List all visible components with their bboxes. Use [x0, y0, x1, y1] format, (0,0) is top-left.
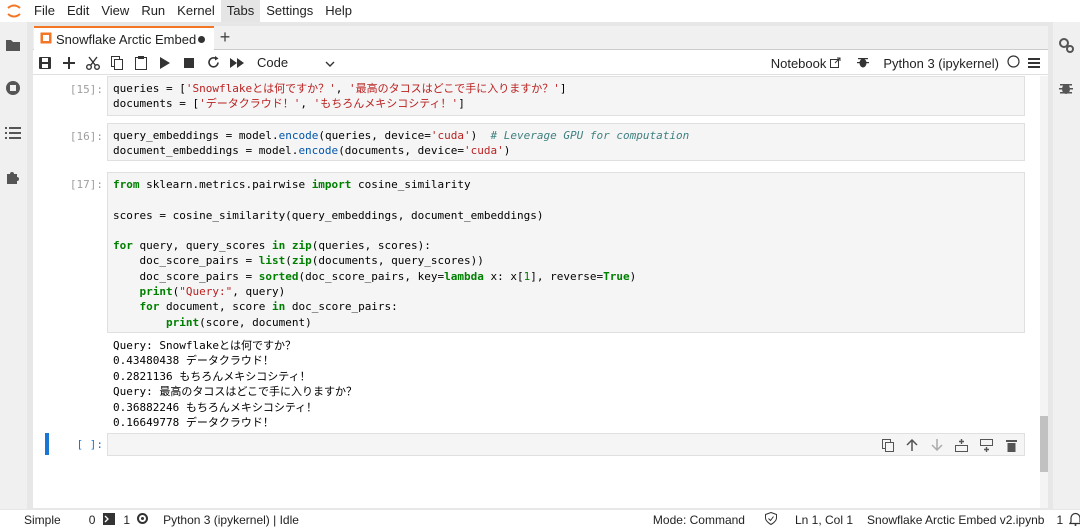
unsaved-dot-icon[interactable]	[198, 36, 205, 43]
code-line: documents = ['データクラウド！', 'もちろんメキシコシティ！']	[113, 97, 465, 111]
output-line: 0.2821136 もちろんメキシコシティ！	[113, 369, 311, 383]
code-line: doc_score_pairs = sorted(doc_score_pairs…	[113, 269, 637, 283]
menu-view[interactable]: View	[95, 0, 135, 22]
menu-help[interactable]: Help	[319, 0, 358, 22]
code-line: queries = ['Snowflakeとは何ですか？', '最高のタコスはど…	[113, 82, 567, 95]
terminals-count[interactable]: 0	[89, 513, 96, 527]
output-line: 0.43480438 データクラウド！	[113, 354, 274, 368]
run-play-icon[interactable]	[153, 51, 177, 75]
menu-tabs[interactable]: Tabs	[220, 0, 261, 22]
jupyter-logo-icon[interactable]	[0, 0, 28, 22]
kernel-name-button[interactable]: Python 3 (ipykernel)	[883, 56, 999, 71]
kernel-gear-icon	[136, 512, 149, 528]
terminal-icon	[103, 512, 116, 528]
notebook-panel[interactable]: [15]: queries = ['Snowflakeとは何ですか？', '最高…	[33, 76, 1048, 508]
insert-cell-below-icon[interactable]	[978, 437, 994, 453]
cursor-position[interactable]: Ln 1, Col 1	[795, 513, 853, 527]
notification-bell-icon[interactable]	[1069, 512, 1080, 529]
save-button[interactable]	[33, 51, 57, 75]
delete-trash-icon[interactable]	[1003, 437, 1019, 453]
kernel-status-circle-icon	[1007, 55, 1020, 71]
duplicate-cell-icon[interactable]	[880, 437, 896, 453]
right-sidebar	[1053, 22, 1080, 509]
move-up-arrow-icon[interactable]	[904, 437, 920, 453]
trusted-shield-icon[interactable]	[764, 511, 777, 528]
insert-cell-above-icon[interactable]	[953, 437, 969, 453]
cell-type-label: Code	[257, 55, 289, 70]
output-line: 0.36882246 もちろんメキシコシティ！	[113, 400, 318, 414]
menu-settings[interactable]: Settings	[260, 0, 319, 22]
code-cell-editor[interactable]: queries = ['Snowflakeとは何ですか？', '最高のタコスはど…	[107, 76, 1025, 116]
notebook-file-icon	[40, 32, 52, 47]
cell-output: Query: Snowflakeとは何ですか？ 0.43480438 データクラ…	[113, 338, 357, 430]
menu-hamburger-icon[interactable]	[1028, 56, 1040, 71]
menu-file[interactable]: File	[28, 0, 61, 22]
code-line: print(score, document)	[165, 315, 312, 329]
notebook-scrollbar[interactable]	[1040, 76, 1048, 508]
copy-icon[interactable]	[105, 51, 129, 75]
code-line: document_embeddings = model.encode(docum…	[113, 144, 511, 158]
cell-prompt: [17]:	[69, 178, 103, 191]
new-tab-button[interactable]: +	[217, 26, 233, 50]
menu-edit[interactable]: Edit	[61, 0, 95, 22]
main-area: Snowflake Arctic Embed v2.ipynb +	[33, 26, 1048, 508]
restart-icon[interactable]	[201, 51, 225, 75]
notebook-label: Notebook	[770, 55, 827, 71]
output-line: 0.16649778 データクラウド！	[113, 416, 274, 430]
fast-forward-icon[interactable]	[225, 51, 249, 75]
code-line: from sklearn.metrics.pairwise import cos…	[113, 178, 471, 191]
tab-bar: Snowflake Arctic Embed v2.ipynb +	[33, 26, 1048, 51]
code-string: 'Snowflakeとは何ですか？'	[185, 82, 336, 95]
kernels-count[interactable]: 1	[123, 513, 130, 527]
folder-icon[interactable]	[4, 36, 22, 54]
cut-scissors-icon[interactable]	[81, 51, 105, 75]
running-icon[interactable]	[4, 79, 22, 97]
open-notebook-link[interactable]: Notebook	[771, 56, 842, 71]
toolbar-right: Notebook Python 3 (ipykernel)	[771, 51, 1040, 75]
debugger-bug-icon[interactable]	[1057, 79, 1075, 97]
code-line: query_embeddings = model.encode(queries,…	[113, 129, 690, 142]
code-line: print("Query:", query)	[139, 285, 286, 299]
cell-type-dropdown[interactable]: Code	[257, 55, 335, 70]
scrollbar-thumb[interactable]	[1040, 416, 1048, 472]
debugger-toggle-bug-icon[interactable]	[857, 55, 870, 72]
notebook-toolbar: Code Notebook Python 3 (ipykernel)	[33, 51, 1048, 75]
code-cell-editor[interactable]: query_embeddings = model.encode(queries,…	[107, 123, 1025, 161]
insert-cell-plus-icon[interactable]	[57, 51, 81, 75]
paste-clipboard-icon[interactable]	[129, 51, 153, 75]
code-line: for query, query_scores in zip(queries, …	[113, 239, 431, 253]
chevron-down-icon	[325, 55, 335, 70]
cell-prompt: [ ]:	[76, 438, 104, 451]
stop-square-icon[interactable]	[177, 51, 201, 75]
code-cell-editor[interactable]: from sklearn.metrics.pairwise import cos…	[107, 172, 1025, 333]
simple-mode-label: Simple	[24, 513, 61, 527]
property-inspector-gear-icon[interactable]	[1057, 36, 1075, 54]
file-name: Snowflake Arctic Embed v2.ipynb	[867, 513, 1045, 527]
output-line: Query: Snowflakeとは何ですか？	[113, 339, 296, 352]
output-line: Query: 最高のタコスはどこで手に入りますか？	[113, 385, 358, 399]
tab-title: Snowflake Arctic Embed v2.ipynb	[56, 32, 196, 47]
menu-run[interactable]: Run	[135, 0, 171, 22]
notebook-tab[interactable]: Snowflake Arctic Embed v2.ipynb	[34, 26, 214, 51]
left-sidebar	[0, 22, 27, 509]
cell-prompt: [15]:	[69, 83, 103, 96]
kernel-status-text[interactable]: Python 3 (ipykernel) | Idle	[163, 513, 299, 527]
mode-indicator: Mode: Command	[652, 513, 745, 527]
menu-bar: File Edit View Run Kernel Tabs Settings …	[0, 0, 1080, 22]
status-bar: Simple 0 1 Python 3 (ipykernel) | Idle M…	[0, 510, 1080, 530]
cell-prompt: [16]:	[69, 130, 103, 143]
move-down-arrow-icon[interactable]	[929, 437, 945, 453]
code-line: scores = cosine_similarity(query_embeddi…	[113, 208, 544, 222]
table-of-contents-icon[interactable]	[4, 124, 22, 142]
external-link-icon	[830, 56, 841, 71]
extension-puzzle-icon[interactable]	[4, 168, 22, 186]
code-line: doc_score_pairs = list(zip(documents, qu…	[113, 254, 484, 268]
menu-kernel[interactable]: Kernel	[171, 0, 221, 22]
code-line: for document, score in doc_score_pairs:	[139, 300, 398, 314]
notification-count: 1	[1056, 513, 1064, 527]
